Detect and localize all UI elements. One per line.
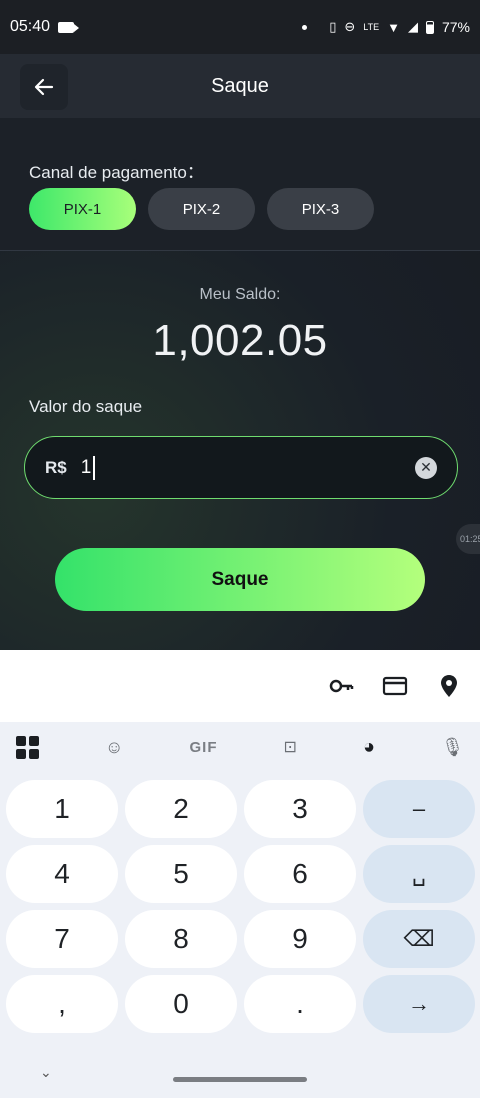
withdraw-amount-label: Valor do saque [29,397,143,416]
key-next[interactable]: → [363,975,475,1033]
app-header: Saque [0,54,480,118]
wifi-icon: ▼ [387,19,400,35]
keypad: 1 2 3 – 4 5 6 ␣ 7 8 9 ⌫ , 0 . → [6,780,475,1033]
key-backspace[interactable]: ⌫ [363,910,475,968]
key-8[interactable]: 8 [125,910,237,968]
vibrate-icon: ▯ [329,19,337,34]
apps-grid-icon[interactable] [16,735,39,759]
credit-card-icon[interactable] [382,673,408,699]
balance-value: 1,002.05 [152,316,328,365]
camera-recording-icon [58,21,80,33]
palette-icon[interactable]: ◕ [363,736,375,759]
key-3[interactable]: 3 [244,780,356,838]
status-bar: 05:40 ▯ ⊖ LTE ▼ ◢ 77% [0,0,480,54]
text-cursor [93,455,95,480]
key-5[interactable]: 5 [125,845,237,903]
battery-percent: 77% [441,19,470,35]
key-0[interactable]: 0 [125,975,237,1033]
currency-symbol: R$ [45,457,67,477]
status-time: 05:40 [10,18,51,35]
payment-channel-label: Canal de pagamento： [29,163,204,182]
channel-pix-1-button[interactable]: PIX-1 [29,188,136,230]
chevron-down-icon[interactable]: ⌄ [40,1064,52,1081]
withdraw-submit-button[interactable]: Saque [55,548,425,611]
withdraw-panel: Canal de pagamento： PIX-1 PIX-2 PIX-3 Me… [0,118,480,650]
keyboard-suggestion-bar [0,650,480,722]
balance-label: Meu Saldo: [199,286,281,303]
do-not-disturb-icon: ⊖ [344,19,356,34]
key-1[interactable]: 1 [6,780,118,838]
numeric-keyboard: ☺ GIF ⊡ ◕ 🎙︎ 1 2 3 – 4 5 6 ␣ 7 8 9 ⌫ , 0… [0,722,480,1098]
location-pin-icon[interactable] [436,673,462,699]
channel-pix-2-button[interactable]: PIX-2 [148,188,255,230]
gesture-handle[interactable] [173,1077,307,1082]
key-period[interactable]: . [244,975,356,1033]
key-6[interactable]: 6 [244,845,356,903]
key-minus[interactable]: – [363,780,475,838]
key-2[interactable]: 2 [125,780,237,838]
clear-input-icon[interactable]: ✕ [415,456,437,479]
microphone-icon[interactable]: 🎙︎ [441,737,464,758]
key-comma[interactable]: , [6,975,118,1033]
withdraw-amount-input[interactable]: 1 [81,457,92,479]
key-space[interactable]: ␣ [363,845,475,903]
key-7[interactable]: 7 [6,910,118,968]
notification-dot-icon [302,24,308,30]
floating-timer-pill[interactable]: 01:25 [456,524,480,554]
payment-channel-options: PIX-1 PIX-2 PIX-3 [29,188,374,230]
keyboard-toolbar: ☺ GIF ⊡ ◕ 🎙︎ [0,722,480,772]
lte-icon: LTE [363,22,380,32]
withdraw-amount-field[interactable]: R$ 1 ✕ [24,436,458,499]
payment-channel-section: Canal de pagamento： PIX-1 PIX-2 PIX-3 [0,118,480,251]
back-button[interactable] [20,64,68,110]
battery-icon [425,20,434,34]
key-9[interactable]: 9 [244,910,356,968]
key-4[interactable]: 4 [6,845,118,903]
arrow-left-icon [34,78,54,96]
signal-icon: ◢ [407,19,418,34]
translate-icon[interactable]: ⊡ [284,737,297,757]
nav-bar: ⌄ [0,1058,480,1098]
channel-pix-3-button[interactable]: PIX-3 [267,188,374,230]
page-title: Saque [211,74,269,97]
key-icon[interactable] [328,673,354,699]
gif-button[interactable]: GIF [189,739,217,756]
sticker-icon[interactable]: ☺ [105,737,123,758]
